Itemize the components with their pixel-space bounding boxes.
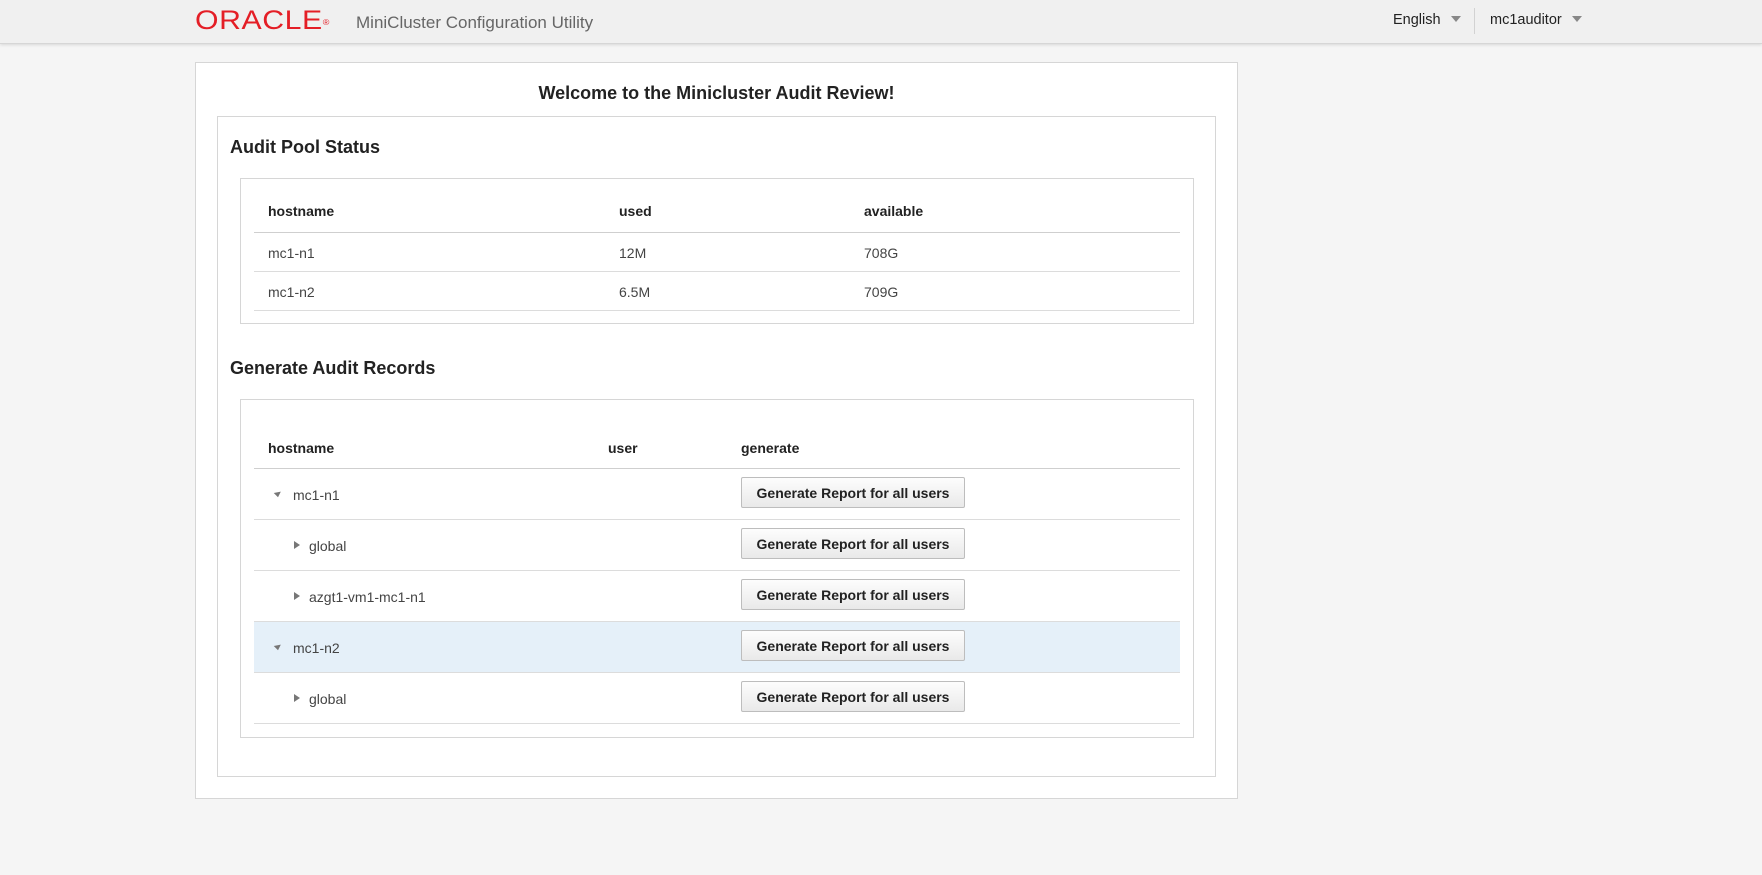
generate-report-button[interactable]: Generate Report for all users — [741, 579, 965, 610]
page-title: Welcome to the Minicluster Audit Review! — [538, 83, 895, 103]
tree-node-label: mc1-n1 — [293, 487, 340, 503]
column-header-used: used — [619, 203, 652, 219]
generate-report-button[interactable]: Generate Report for all users — [741, 528, 965, 559]
used-cell: 12M — [619, 245, 647, 261]
tree-row[interactable]: mc1-n1 Generate Report for all users — [254, 469, 1180, 520]
tree-node-label: azgt1-vm1-mc1-n1 — [309, 589, 426, 605]
user-menu[interactable]: mc1auditor — [1490, 12, 1582, 28]
generate-report-button[interactable]: Generate Report for all users — [741, 630, 965, 661]
collapse-triangle-icon[interactable] — [273, 641, 283, 651]
user-label: mc1auditor — [1490, 12, 1562, 28]
tree-row[interactable]: global Generate Report for all users — [254, 673, 1180, 724]
available-cell: 709G — [864, 284, 899, 300]
generate-header-row: hostname user generate — [254, 400, 1180, 469]
expand-triangle-icon[interactable] — [294, 694, 300, 702]
generate-report-button[interactable]: Generate Report for all users — [741, 681, 965, 712]
top-bar: ORACLE® MiniCluster Configuration Utilit… — [0, 0, 1762, 44]
audit-pool-table: hostname used available mc1-n1 12M 708G … — [254, 179, 1180, 311]
expand-triangle-icon[interactable] — [294, 541, 300, 549]
tree-node-label: global — [309, 538, 347, 554]
generate-report-button[interactable]: Generate Report for all users — [741, 477, 965, 508]
generate-records-title: Generate Audit Records — [230, 358, 436, 378]
main-panel: Welcome to the Minicluster Audit Review!… — [195, 62, 1238, 799]
column-header-hostname: hostname — [268, 203, 335, 219]
available-cell: 708G — [864, 245, 899, 261]
tree-node-label: global — [309, 691, 347, 707]
tree-row-selected[interactable]: mc1-n2 Generate Report for all users — [254, 622, 1180, 673]
collapse-triangle-icon[interactable] — [273, 488, 283, 498]
tree-node-label: mc1-n2 — [293, 640, 340, 656]
column-header-user: user — [608, 440, 638, 456]
oracle-logo: ORACLE® — [195, 6, 330, 34]
app-title: MiniCluster Configuration Utility — [356, 13, 594, 32]
column-header-generate: generate — [741, 440, 800, 456]
used-cell: 6.5M — [619, 284, 651, 300]
tree-row[interactable]: global Generate Report for all users — [254, 520, 1180, 571]
logo-registered-mark: ® — [322, 18, 330, 27]
expand-triangle-icon[interactable] — [294, 592, 300, 600]
tree-row[interactable]: azgt1-vm1-mc1-n1 Generate Report for all… — [254, 571, 1180, 622]
hostname-cell: mc1-n2 — [268, 284, 315, 300]
audit-pool-header-row: hostname used available — [254, 179, 1180, 233]
logo-text: ORACLE — [195, 5, 323, 35]
language-label: English — [1393, 12, 1441, 28]
language-menu[interactable]: English — [1393, 12, 1461, 28]
column-header-hostname: hostname — [268, 440, 335, 456]
generate-records-box: hostname user generate mc1-n1 Generate R… — [240, 399, 1194, 738]
column-header-available: available — [864, 203, 924, 219]
generate-records-table: hostname user generate mc1-n1 Generate R… — [254, 400, 1180, 724]
content-panel: Audit Pool Status hostname used availabl… — [217, 116, 1216, 777]
chevron-down-icon — [1450, 16, 1461, 23]
table-row: mc1-n1 12M 708G — [254, 233, 1180, 272]
chevron-down-icon — [1571, 16, 1582, 23]
menu-divider — [1474, 8, 1475, 34]
hostname-cell: mc1-n1 — [268, 245, 315, 261]
audit-pool-box: hostname used available mc1-n1 12M 708G … — [240, 178, 1194, 324]
table-row: mc1-n2 6.5M 709G — [254, 272, 1180, 311]
audit-pool-title: Audit Pool Status — [230, 137, 380, 157]
